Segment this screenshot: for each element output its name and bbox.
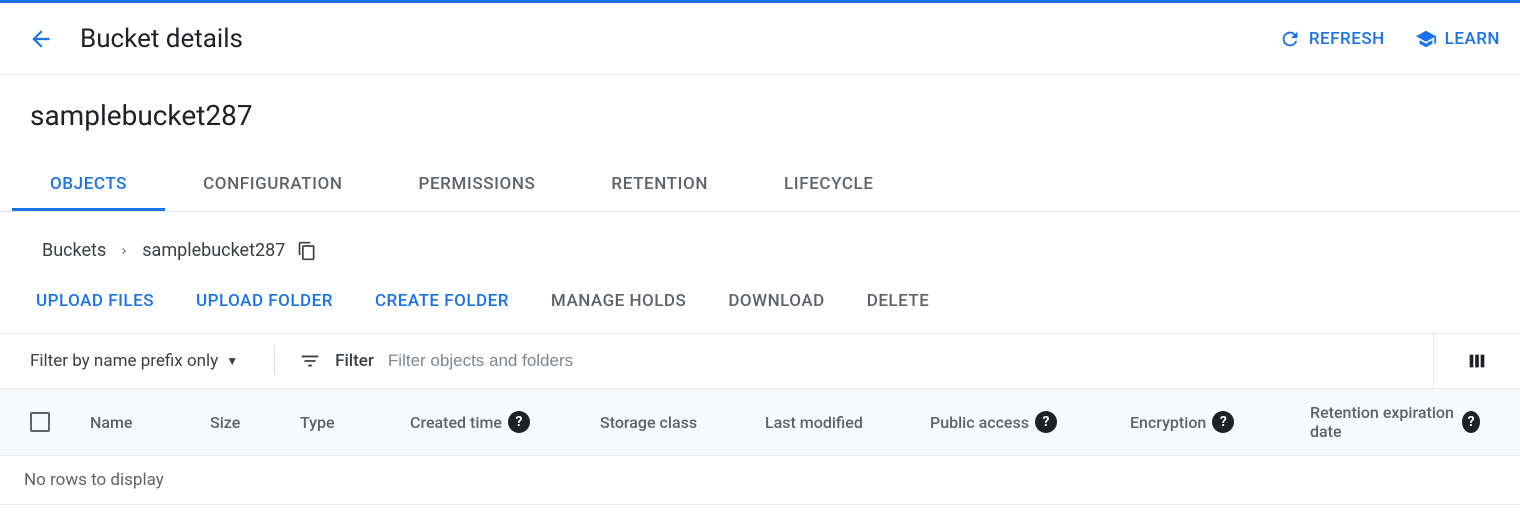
back-arrow-button[interactable] xyxy=(20,18,62,60)
learn-icon xyxy=(1415,28,1437,50)
filter-input[interactable] xyxy=(388,351,1433,371)
column-created[interactable]: Created time ? xyxy=(410,411,600,433)
column-type[interactable]: Type xyxy=(300,413,410,432)
delete-button[interactable]: DELETE xyxy=(867,291,930,311)
breadcrumb-root[interactable]: Buckets xyxy=(42,240,106,261)
manage-holds-button[interactable]: MANAGE HOLDS xyxy=(551,291,686,311)
help-icon[interactable]: ? xyxy=(508,411,530,433)
upload-folder-button[interactable]: UPLOAD FOLDER xyxy=(196,291,333,311)
column-name[interactable]: Name xyxy=(90,413,210,432)
dropdown-arrow-icon: ▼ xyxy=(226,354,238,368)
help-icon[interactable]: ? xyxy=(1462,411,1480,433)
copy-icon xyxy=(297,241,317,261)
chevron-right-icon xyxy=(118,245,130,257)
divider xyxy=(274,347,275,375)
select-all-checkbox[interactable] xyxy=(30,412,50,432)
column-modified[interactable]: Last modified xyxy=(765,413,930,432)
column-retention[interactable]: Retention expiration date ? xyxy=(1310,403,1490,441)
refresh-label: REFRESH xyxy=(1309,29,1385,49)
page-title: Bucket details xyxy=(80,24,1279,54)
download-button[interactable]: DOWNLOAD xyxy=(728,291,824,311)
column-size[interactable]: Size xyxy=(210,413,300,432)
help-icon[interactable]: ? xyxy=(1212,411,1234,433)
help-icon[interactable]: ? xyxy=(1035,411,1057,433)
columns-icon xyxy=(1466,350,1488,372)
arrow-left-icon xyxy=(28,26,54,52)
filter-icon xyxy=(299,350,321,372)
column-public[interactable]: Public access ? xyxy=(930,411,1130,433)
refresh-icon xyxy=(1279,28,1301,50)
tab-lifecycle[interactable]: LIFECYCLE xyxy=(746,160,912,211)
filter-prefix-label: Filter by name prefix only xyxy=(30,351,218,371)
filter-prefix-dropdown[interactable]: Filter by name prefix only ▼ xyxy=(30,351,238,371)
filter-label: Filter xyxy=(335,351,374,371)
breadcrumb-current: samplebucket287 xyxy=(142,240,285,261)
column-display-button[interactable] xyxy=(1433,334,1520,388)
tabs: OBJECTS CONFIGURATION PERMISSIONS RETENT… xyxy=(0,160,1520,212)
table-header: Name Size Type Created time ? Storage cl… xyxy=(0,389,1520,456)
refresh-button[interactable]: REFRESH xyxy=(1279,28,1385,50)
copy-path-button[interactable] xyxy=(297,241,317,261)
create-folder-button[interactable]: CREATE FOLDER xyxy=(375,291,509,311)
empty-state-text: No rows to display xyxy=(0,456,1520,505)
column-encryption[interactable]: Encryption ? xyxy=(1130,411,1310,433)
column-storage[interactable]: Storage class xyxy=(600,413,765,432)
filter-bar: Filter by name prefix only ▼ Filter xyxy=(0,333,1520,389)
learn-button[interactable]: LEARN xyxy=(1415,28,1500,50)
upload-files-button[interactable]: UPLOAD FILES xyxy=(36,291,154,311)
breadcrumb: Buckets samplebucket287 xyxy=(30,240,1490,261)
action-bar: UPLOAD FILES UPLOAD FOLDER CREATE FOLDER… xyxy=(30,291,1490,311)
tab-retention[interactable]: RETENTION xyxy=(573,160,746,211)
tab-objects[interactable]: OBJECTS xyxy=(12,160,165,211)
bucket-name-heading: samplebucket287 xyxy=(30,99,1490,132)
tab-permissions[interactable]: PERMISSIONS xyxy=(381,160,574,211)
learn-label: LEARN xyxy=(1445,29,1500,49)
tab-configuration[interactable]: CONFIGURATION xyxy=(165,160,380,211)
